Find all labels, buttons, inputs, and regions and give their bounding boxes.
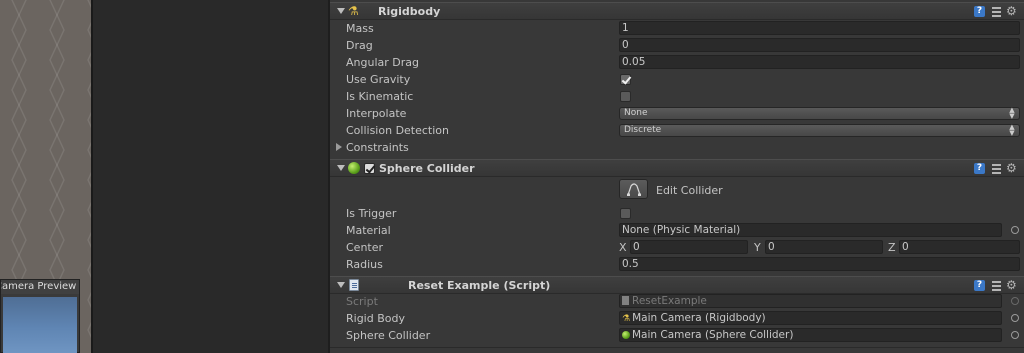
object-picker-icon[interactable] (1011, 331, 1019, 339)
camera-preview-render (3, 297, 77, 353)
collision-detection-value: Discrete (624, 125, 662, 135)
help-icon[interactable]: ? (974, 280, 985, 291)
rigid-body-field[interactable]: ⚗ Main Camera (Rigidbody) (619, 311, 1002, 325)
help-icon[interactable]: ? (974, 6, 985, 17)
rigid-body-value: Main Camera (Rigidbody) (632, 312, 766, 324)
script-value: ResetExample (632, 295, 707, 307)
material-field[interactable]: None (Physic Material) (619, 223, 1002, 237)
sphere-collider-header[interactable]: Sphere Collider ? ⚙ (330, 159, 1024, 177)
component-header-icons: ? ⚙ (974, 278, 1020, 292)
drag-field[interactable]: 0 (619, 38, 1020, 52)
center-z-label: Z (888, 241, 896, 254)
component-header-icons: ? ⚙ (974, 161, 1020, 175)
collision-detection-dropdown[interactable]: Discrete ▲ ▼ (619, 124, 1020, 137)
camera-preview-window: Camera Preview (0, 279, 80, 353)
foldout-expanded-icon[interactable] (337, 282, 345, 288)
preset-icon[interactable] (991, 163, 1002, 174)
is-trigger-checkbox[interactable] (620, 208, 631, 219)
sphere-collider-small-icon (622, 331, 630, 339)
rigidbody-title: Rigidbody (378, 5, 441, 18)
interpolate-value: None (624, 108, 648, 118)
angular-drag-label: Angular Drag (346, 56, 419, 69)
component-header-icons: ? ⚙ (974, 4, 1020, 18)
sphere-collider-enable-checkbox[interactable] (364, 163, 375, 174)
camera-preview-title: Camera Preview (1, 280, 79, 294)
script-field: ResetExample (619, 294, 1002, 308)
mass-field[interactable]: 1 (619, 21, 1020, 35)
gear-icon[interactable]: ⚙ (1006, 161, 1017, 175)
reset-example-title: Reset Example (Script) (408, 279, 551, 292)
sphere-collider-ref-field[interactable]: Main Camera (Sphere Collider) (619, 328, 1002, 342)
edit-collider-button[interactable] (619, 179, 648, 199)
rigidbody-small-icon: ⚗ (622, 314, 631, 324)
is-trigger-label: Is Trigger (346, 207, 397, 220)
interpolate-label: Interpolate (346, 107, 407, 120)
foldout-expanded-icon[interactable] (337, 165, 345, 171)
drag-label: Drag (346, 39, 373, 52)
rigidbody-header[interactable]: ⚗ Rigidbody ? ⚙ (330, 2, 1024, 20)
script-label: Script (346, 295, 378, 308)
is-kinematic-label: Is Kinematic (346, 90, 414, 103)
collision-detection-label: Collision Detection (346, 124, 450, 137)
gear-icon[interactable]: ⚙ (1006, 4, 1017, 18)
foldout-expanded-icon[interactable] (337, 8, 345, 14)
center-x-label: X (619, 241, 627, 254)
help-icon[interactable]: ? (974, 163, 985, 174)
use-gravity-checkbox[interactable] (620, 74, 631, 85)
edit-collider-icon (627, 183, 641, 196)
interpolate-dropdown[interactable]: None ▲ ▼ (619, 107, 1020, 120)
updown-arrows-icon: ▲ ▼ (1009, 123, 1015, 137)
sphere-collider-title: Sphere Collider (379, 162, 475, 175)
reset-example-header[interactable]: Reset Example (Script) ? ⚙ (330, 276, 1024, 294)
rigid-body-label: Rigid Body (346, 312, 405, 325)
center-x-field[interactable]: 0 (630, 240, 748, 254)
rigidbody-icon: ⚗ (348, 4, 359, 18)
sphere-collider-ref-value: Main Camera (Sphere Collider) (632, 329, 794, 341)
radius-field[interactable]: 0.5 (619, 257, 1020, 271)
preset-icon[interactable] (991, 6, 1002, 17)
material-label: Material (346, 224, 391, 237)
center-label: Center (346, 241, 384, 254)
foldout-collapsed-icon[interactable] (336, 143, 342, 151)
radius-label: Radius (346, 258, 383, 271)
mass-label: Mass (346, 22, 374, 35)
object-picker-icon (1011, 297, 1019, 305)
sphere-collider-icon (348, 162, 360, 174)
script-icon (349, 279, 359, 291)
empty-panel (93, 0, 329, 353)
preset-icon[interactable] (991, 280, 1002, 291)
component-separator (330, 347, 1024, 348)
center-y-label: Y (754, 241, 761, 254)
gear-icon[interactable]: ⚙ (1006, 278, 1017, 292)
edit-collider-label: Edit Collider (656, 184, 723, 197)
sphere-collider-ref-label: Sphere Collider (346, 329, 431, 342)
inspector-panel: ⚗ Rigidbody ? ⚙ Mass 1 Drag 0 Angular Dr… (330, 0, 1024, 353)
use-gravity-label: Use Gravity (346, 73, 411, 86)
object-picker-icon[interactable] (1011, 314, 1019, 322)
updown-arrows-icon: ▲ ▼ (1009, 106, 1015, 120)
angular-drag-field[interactable]: 0.05 (619, 55, 1020, 69)
script-file-icon (622, 296, 629, 305)
is-kinematic-checkbox[interactable] (620, 91, 631, 102)
object-picker-icon[interactable] (1011, 226, 1019, 234)
center-y-field[interactable]: 0 (765, 240, 883, 254)
center-z-field[interactable]: 0 (899, 240, 1020, 254)
constraints-foldout[interactable]: Constraints (346, 141, 409, 154)
